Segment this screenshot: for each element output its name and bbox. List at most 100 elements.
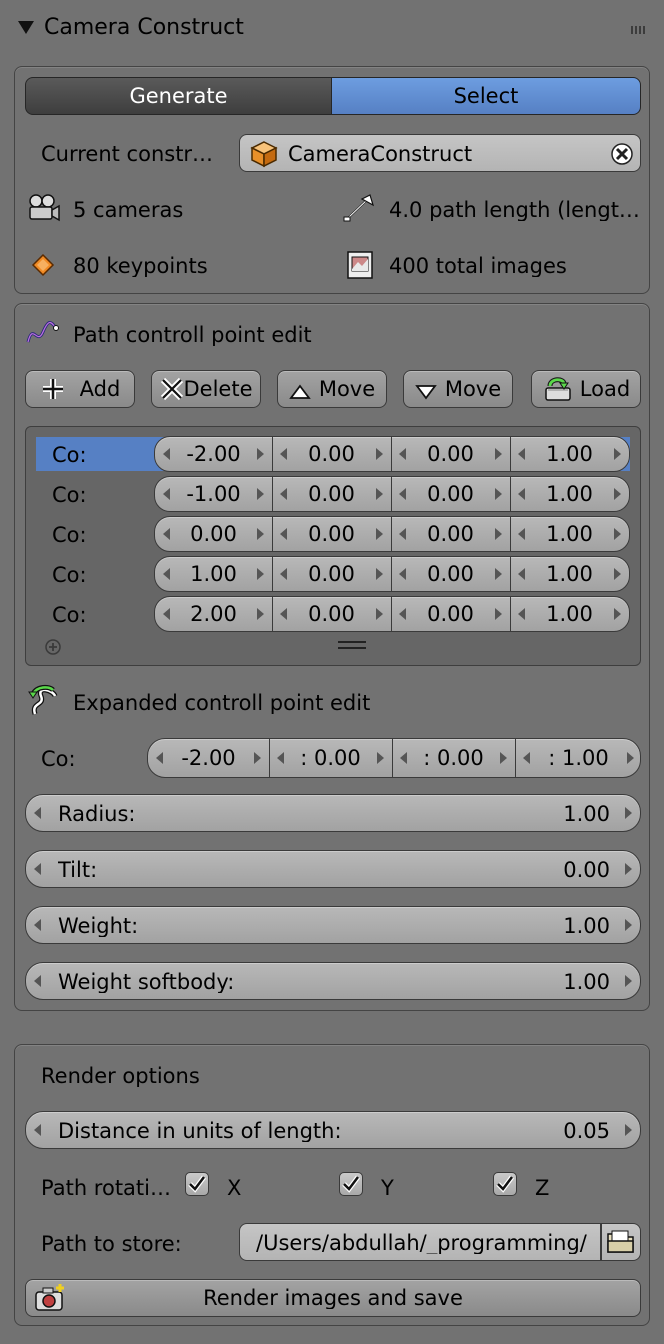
decrement-arrow-icon[interactable] [34, 975, 41, 987]
vector-component[interactable]: 1.00 [510, 517, 629, 551]
decrement-arrow-icon[interactable] [518, 528, 525, 540]
vector-component[interactable]: -2.00 [155, 437, 273, 471]
increment-arrow-icon[interactable] [376, 568, 383, 580]
increment-arrow-icon[interactable] [625, 807, 632, 819]
list-item[interactable]: Co: 0.00 0.00 0.00 1.00 [26, 515, 642, 553]
list-item[interactable]: Co: 1.00 0.00 0.00 1.00 [26, 555, 642, 593]
drag-handle-icon[interactable] [631, 26, 647, 34]
increment-arrow-icon[interactable] [614, 448, 621, 460]
increment-arrow-icon[interactable] [376, 528, 383, 540]
increment-arrow-icon[interactable] [614, 608, 621, 620]
increment-arrow-icon[interactable] [627, 752, 634, 764]
list-item[interactable]: Co: 2.00 0.00 0.00 1.00 [26, 595, 642, 633]
vector-component[interactable]: 0.00 [391, 437, 511, 471]
decrement-arrow-icon[interactable] [280, 448, 287, 460]
vector-component[interactable]: 0.00 [272, 557, 392, 591]
increment-arrow-icon[interactable] [495, 568, 502, 580]
increment-arrow-icon[interactable] [625, 863, 632, 875]
distance-slider[interactable]: Distance in units of length: 0.05 [25, 1111, 641, 1149]
add-row-icon[interactable] [44, 637, 62, 655]
vector-component[interactable]: 1.00 [510, 557, 629, 591]
tab-generate[interactable]: Generate [25, 77, 332, 115]
vector-component[interactable]: 0.00 [272, 597, 392, 631]
vector-component[interactable]: : 1.00 [515, 739, 640, 777]
decrement-arrow-icon[interactable] [518, 488, 525, 500]
increment-arrow-icon[interactable] [625, 919, 632, 931]
decrement-arrow-icon[interactable] [163, 568, 170, 580]
decrement-arrow-icon[interactable] [34, 807, 41, 819]
increment-arrow-icon[interactable] [495, 448, 502, 460]
decrement-arrow-icon[interactable] [163, 488, 170, 500]
vector-component[interactable]: 0.00 [272, 517, 392, 551]
increment-arrow-icon[interactable] [257, 488, 264, 500]
radius-slider[interactable]: Radius: 1.00 [25, 794, 641, 832]
vector-component[interactable]: 2.00 [155, 597, 273, 631]
control-point-list[interactable]: Co: -2.00 0.00 0.00 1.00 Co: -1.00 0.00 0.00 1.00… [25, 426, 641, 666]
expanded-co-vector[interactable]: -2.00: 0.00: 0.00: 1.00 [147, 738, 641, 778]
weight-softbody-slider[interactable]: Weight softbody: 1.00 [25, 962, 641, 1000]
decrement-arrow-icon[interactable] [34, 1124, 41, 1136]
decrement-arrow-icon[interactable] [399, 528, 406, 540]
move-up-button[interactable]: Move [277, 370, 387, 408]
vector-component[interactable]: 1.00 [155, 557, 273, 591]
tilt-slider[interactable]: Tilt: 0.00 [25, 850, 641, 888]
render-save-button[interactable]: Render images and save [25, 1279, 641, 1317]
increment-arrow-icon[interactable] [495, 488, 502, 500]
vector-component[interactable]: : 0.00 [392, 739, 516, 777]
axis-x-toggle[interactable]: X [185, 1171, 305, 1201]
decrement-arrow-icon[interactable] [399, 448, 406, 460]
increment-arrow-icon[interactable] [625, 975, 632, 987]
increment-arrow-icon[interactable] [377, 752, 384, 764]
increment-arrow-icon[interactable] [495, 608, 502, 620]
decrement-arrow-icon[interactable] [280, 528, 287, 540]
row-co-vector[interactable]: 2.00 0.00 0.00 1.00 [154, 596, 630, 632]
increment-arrow-icon[interactable] [257, 608, 264, 620]
construct-selector[interactable]: CameraConstruct [239, 134, 641, 172]
vector-component[interactable]: 0.00 [155, 517, 273, 551]
vector-component[interactable]: 0.00 [272, 437, 392, 471]
vector-component[interactable]: 1.00 [510, 437, 629, 471]
decrement-arrow-icon[interactable] [34, 863, 41, 875]
resize-grip-icon[interactable] [338, 641, 366, 649]
row-co-vector[interactable]: -2.00 0.00 0.00 1.00 [154, 436, 630, 472]
increment-arrow-icon[interactable] [257, 528, 264, 540]
move-down-button[interactable]: Move [403, 370, 513, 408]
vector-component[interactable]: 0.00 [391, 597, 511, 631]
increment-arrow-icon[interactable] [614, 568, 621, 580]
increment-arrow-icon[interactable] [625, 1124, 632, 1136]
add-button[interactable]: Add [25, 370, 135, 408]
increment-arrow-icon[interactable] [376, 488, 383, 500]
increment-arrow-icon[interactable] [257, 568, 264, 580]
decrement-arrow-icon[interactable] [399, 568, 406, 580]
list-item[interactable]: Co: -2.00 0.00 0.00 1.00 [26, 435, 642, 473]
decrement-arrow-icon[interactable] [523, 752, 530, 764]
axis-y-toggle[interactable]: Y [339, 1171, 459, 1201]
vector-component[interactable]: 0.00 [391, 477, 511, 511]
increment-arrow-icon[interactable] [495, 528, 502, 540]
row-co-vector[interactable]: 0.00 0.00 0.00 1.00 [154, 516, 630, 552]
increment-arrow-icon[interactable] [376, 448, 383, 460]
clear-icon[interactable] [610, 142, 634, 166]
decrement-arrow-icon[interactable] [163, 608, 170, 620]
vector-component[interactable]: 0.00 [391, 517, 511, 551]
vector-component[interactable]: 0.00 [272, 477, 392, 511]
decrement-arrow-icon[interactable] [518, 608, 525, 620]
vector-component[interactable]: 1.00 [510, 477, 629, 511]
panel-header[interactable]: Camera Construct [0, 0, 664, 58]
decrement-arrow-icon[interactable] [280, 488, 287, 500]
decrement-arrow-icon[interactable] [399, 608, 406, 620]
decrement-arrow-icon[interactable] [518, 568, 525, 580]
vector-component[interactable]: 0.00 [391, 557, 511, 591]
increment-arrow-icon[interactable] [254, 752, 261, 764]
decrement-arrow-icon[interactable] [163, 448, 170, 460]
axis-z-toggle[interactable]: Z [493, 1171, 613, 1201]
decrement-arrow-icon[interactable] [277, 752, 284, 764]
load-button[interactable]: Load [531, 370, 641, 408]
checkbox[interactable] [339, 1172, 363, 1196]
increment-arrow-icon[interactable] [614, 528, 621, 540]
decrement-arrow-icon[interactable] [518, 448, 525, 460]
vector-component[interactable]: : 0.00 [269, 739, 393, 777]
increment-arrow-icon[interactable] [257, 448, 264, 460]
collapse-triangle-icon[interactable] [18, 21, 34, 34]
weight-slider[interactable]: Weight: 1.00 [25, 906, 641, 944]
